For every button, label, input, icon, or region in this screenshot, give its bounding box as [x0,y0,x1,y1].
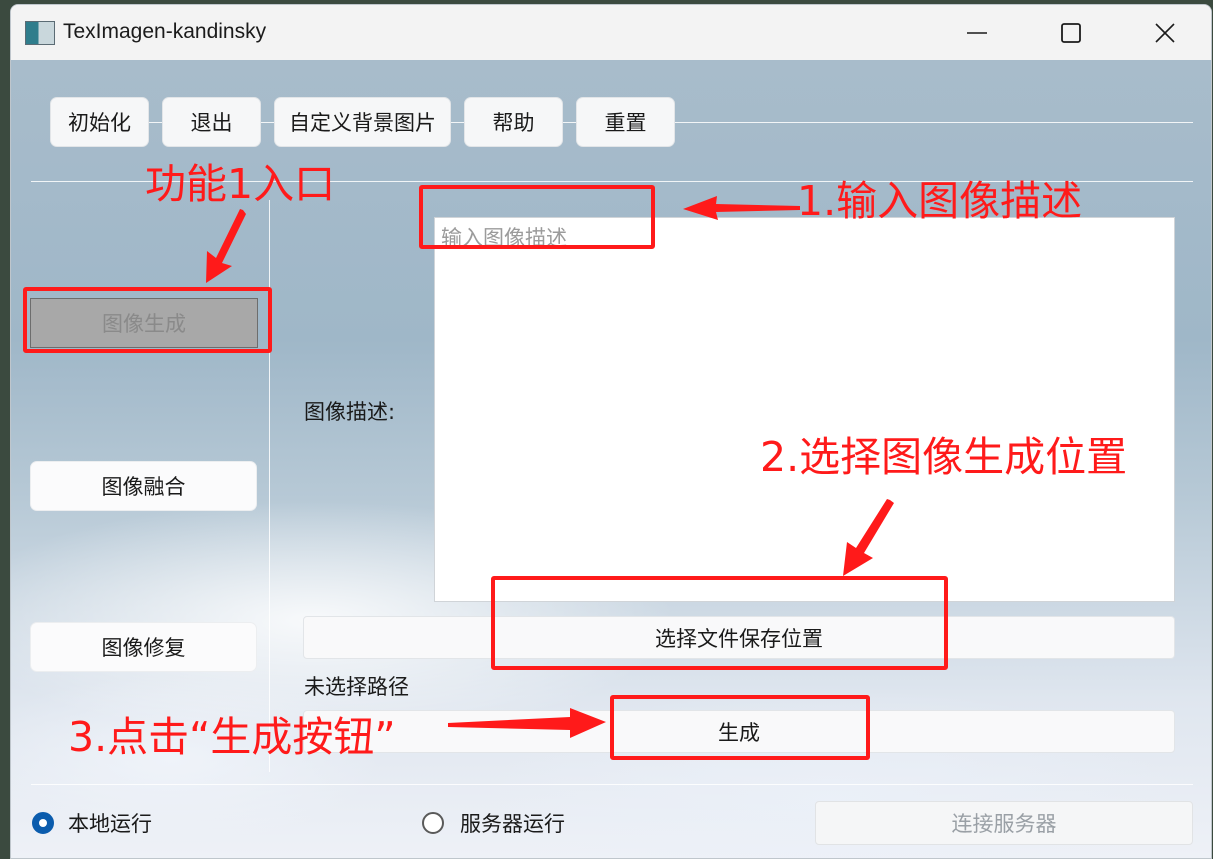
arrow-to-generate [448,708,606,738]
annotation-arrows [206,196,894,738]
arrow-to-description [683,196,800,220]
arrow-to-save-location [843,499,894,576]
arrow-to-sidebar [206,209,246,283]
